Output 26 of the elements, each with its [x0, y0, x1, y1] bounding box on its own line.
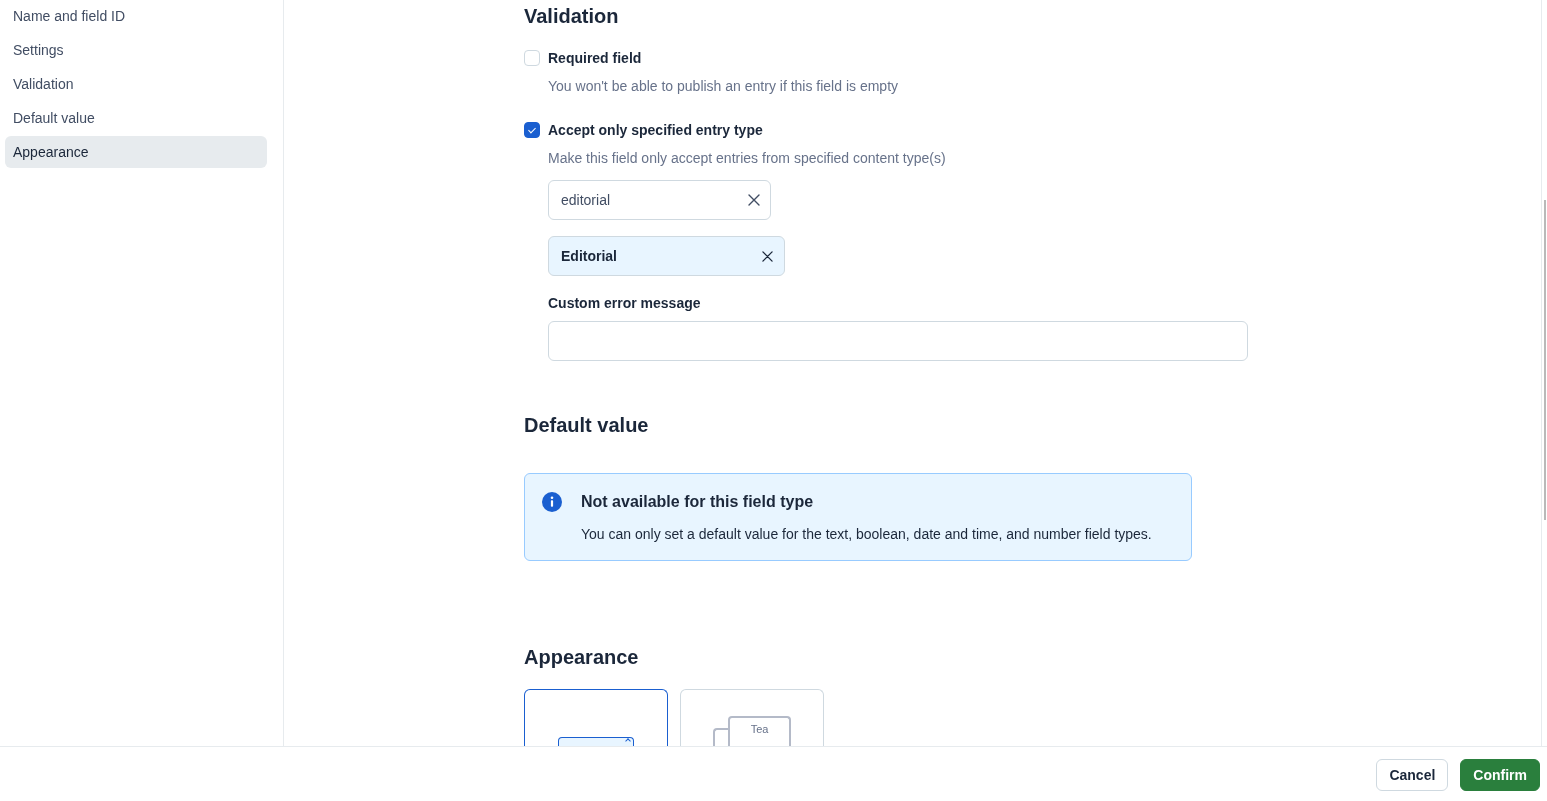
error-message-field[interactable] [548, 321, 1248, 361]
help-text: You won't be able to publish an entry if this field is empty [548, 77, 899, 96]
card-stack-illustration: Tea [713, 716, 791, 746]
notice-title: Not available for this field type [581, 492, 815, 512]
help-text: Make this field only accept entries from specified content type(s) [548, 149, 946, 168]
sidebar-item[interactable]: Appearance [5, 136, 267, 168]
close-icon[interactable] [762, 250, 773, 262]
section-heading: Validation [524, 4, 619, 28]
sidebar-item[interactable]: Default value [5, 102, 267, 134]
sidebar-item[interactable]: Name and field ID [5, 0, 267, 32]
checkbox-label: Accept only specified entry type [548, 121, 763, 140]
field-label: Custom error message [548, 294, 701, 313]
tag-label: Editorial [561, 248, 617, 264]
entry-type-field[interactable]: editorial [548, 180, 771, 220]
cancel-button[interactable]: Cancel [1376, 759, 1449, 791]
confirm-button[interactable]: Confirm [1460, 759, 1540, 791]
section-heading: Appearance [524, 645, 639, 669]
scrollbar-thumb[interactable] [1544, 200, 1546, 520]
sidebar-item[interactable]: Validation [5, 68, 267, 100]
notice-text: You can only set a default value for the text, boolean, date and time, and number field types. [581, 525, 1152, 544]
checkbox[interactable] [524, 122, 540, 138]
info-icon [542, 492, 562, 512]
close-icon[interactable] [748, 194, 760, 206]
sidebar-item[interactable]: Settings [5, 34, 267, 66]
checkbox-label: Required field [548, 49, 642, 68]
section-heading: Default value [524, 413, 649, 437]
